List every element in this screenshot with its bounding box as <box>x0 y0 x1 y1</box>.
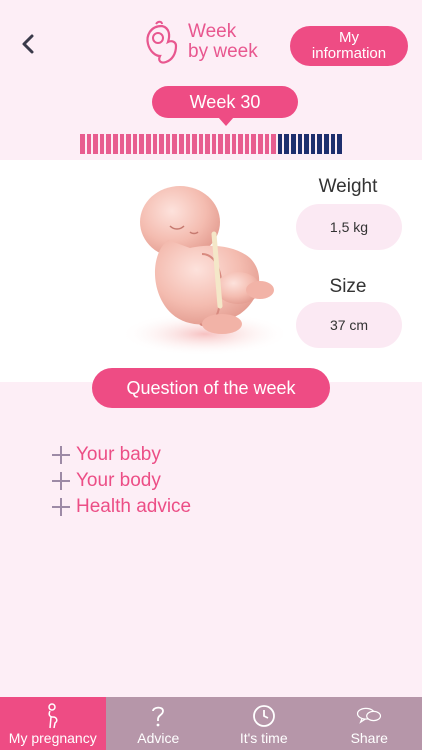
baby-logo-icon <box>146 20 178 64</box>
week-tick <box>152 134 158 154</box>
tab-label: My pregnancy <box>8 730 97 746</box>
baby-illustration <box>120 186 290 356</box>
week-label: Week 30 <box>152 86 298 126</box>
week-tick <box>126 134 131 154</box>
week-tick <box>139 134 144 154</box>
week-tick <box>159 134 164 154</box>
question-of-the-week-button[interactable]: Question of the week <box>92 368 330 408</box>
week-tick <box>304 134 309 154</box>
tab-its-time[interactable]: It's time <box>211 697 317 750</box>
question-mark-icon <box>145 703 171 729</box>
week-tick <box>277 134 283 154</box>
accordion-label: Your baby <box>76 444 161 465</box>
pregnant-woman-icon <box>40 703 66 729</box>
week-tick <box>244 134 250 154</box>
week-tick <box>192 134 197 154</box>
logo-line-1: Week <box>188 21 237 42</box>
weight-value: 1,5 kg <box>296 204 402 250</box>
size-value: 37 cm <box>296 302 402 348</box>
app-logo-text: Week by week <box>188 22 258 62</box>
baby-info-panel: Weight 1,5 kg Size 37 cm <box>0 160 422 382</box>
week-tick <box>178 134 184 154</box>
week-tick <box>323 134 329 154</box>
plus-icon <box>52 446 70 464</box>
week-tick <box>317 134 322 154</box>
week-tick <box>218 134 224 154</box>
week-tick <box>86 134 92 154</box>
accordion-item-your-body[interactable]: Your body <box>52 468 191 494</box>
week-tick <box>291 134 296 154</box>
header: Week by week My information <box>0 0 422 80</box>
week-tick <box>231 134 237 154</box>
weight-label: Weight <box>318 176 378 197</box>
my-information-line-1: My <box>339 29 359 46</box>
tab-label: It's time <box>239 730 288 746</box>
info-accordion: Your baby Your body Health advice <box>52 442 191 520</box>
week-tick <box>93 134 98 154</box>
week-tick <box>297 134 303 154</box>
my-information-line-2: information <box>311 45 387 62</box>
chevron-left-icon <box>22 34 34 54</box>
week-tick <box>251 134 257 154</box>
week-tick <box>205 134 210 154</box>
week-tick <box>145 134 151 154</box>
plus-icon <box>52 472 70 490</box>
week-tick <box>119 134 125 154</box>
accordion-label: Your body <box>76 470 161 491</box>
week-progress-bar <box>80 134 342 154</box>
accordion-item-health-advice[interactable]: Health advice <box>52 494 191 520</box>
my-information-button[interactable]: My information <box>290 26 408 66</box>
back-button[interactable] <box>14 28 42 60</box>
week-tick <box>337 134 342 154</box>
week-tick <box>310 134 316 154</box>
accordion-label: Health advice <box>76 496 192 517</box>
chat-bubbles-icon <box>356 703 382 729</box>
week-tick <box>99 134 105 154</box>
week-tick <box>225 134 230 154</box>
tab-share[interactable]: Share <box>317 697 422 750</box>
tab-my-pregnancy[interactable]: My pregnancy <box>0 697 106 750</box>
accordion-item-your-baby[interactable]: Your baby <box>52 442 191 468</box>
week-tick <box>330 134 336 154</box>
tab-advice[interactable]: Advice <box>106 697 212 750</box>
tab-label: Share <box>350 730 388 746</box>
week-tick <box>112 134 118 154</box>
week-tick <box>284 134 289 154</box>
logo-line-2: by week <box>188 41 258 62</box>
week-tick <box>211 134 217 154</box>
week-tick <box>271 134 276 154</box>
tab-label: Advice <box>137 730 180 746</box>
week-tick <box>264 134 270 154</box>
week-tick <box>258 134 263 154</box>
week-tick <box>238 134 243 154</box>
clock-icon <box>251 703 277 729</box>
week-tick <box>106 134 111 154</box>
size-label: Size <box>329 276 367 297</box>
week-tick <box>185 134 191 154</box>
week-tick <box>198 134 204 154</box>
week-tick <box>165 134 171 154</box>
week-tick <box>172 134 177 154</box>
plus-icon <box>52 498 70 516</box>
bottom-tab-bar: My pregnancy Advice It's time Share <box>0 697 422 750</box>
week-tick <box>132 134 138 154</box>
week-tick <box>80 134 85 154</box>
